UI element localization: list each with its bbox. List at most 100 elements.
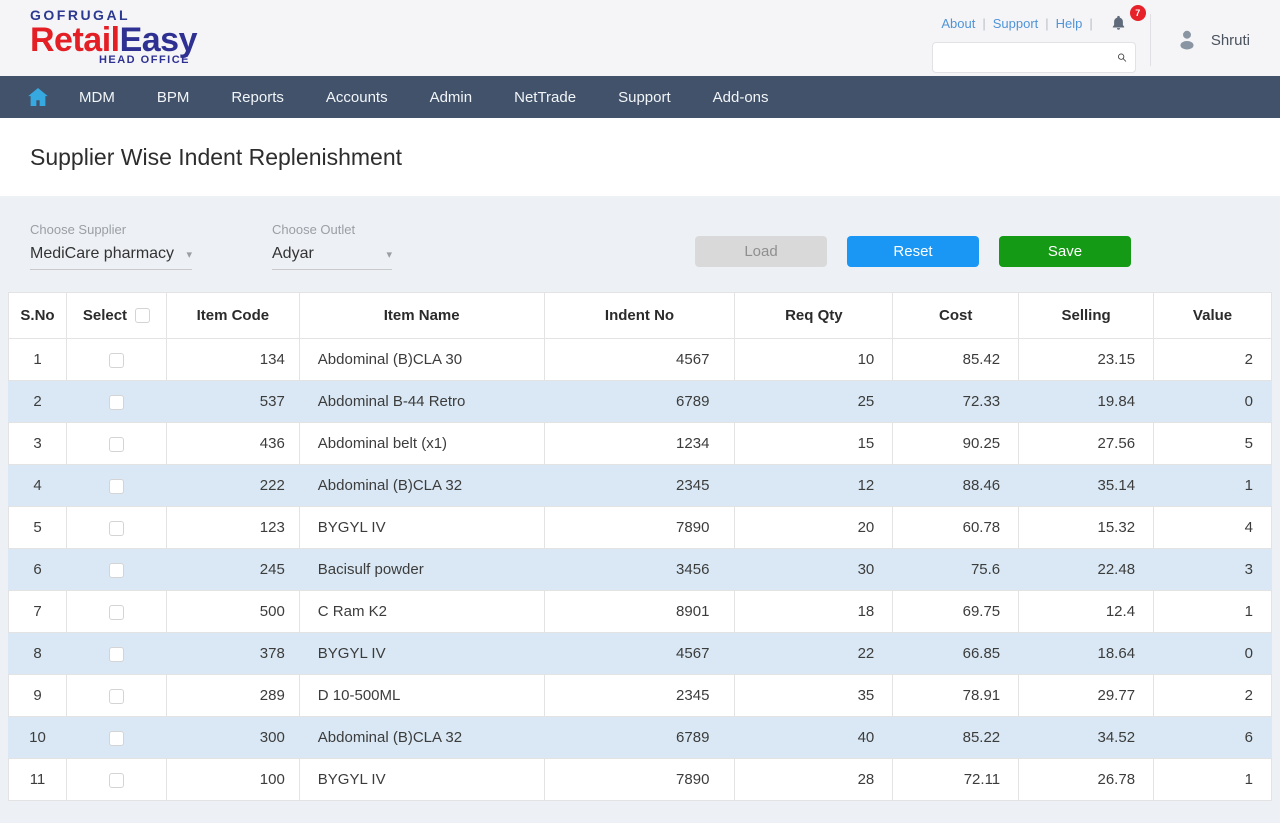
nav-item-support[interactable]: Support [597, 89, 692, 106]
link-divider: | [982, 16, 985, 31]
cell-selling: 34.52 [1019, 717, 1154, 759]
nav-item-reports[interactable]: Reports [210, 89, 305, 106]
nav-item-mdm[interactable]: MDM [58, 89, 136, 106]
row-select-checkbox[interactable] [109, 563, 124, 578]
title-section: Supplier Wise Indent Replenishment [0, 118, 1280, 196]
row-select-checkbox[interactable] [109, 689, 124, 704]
cell-selling: 15.32 [1019, 507, 1154, 549]
table-row: 10 300 Abdominal (B)CLA 32 6789 40 85.22… [9, 717, 1272, 759]
cell-indent-no: 2345 [544, 465, 735, 507]
cell-select [66, 465, 166, 507]
table-row: 4 222 Abdominal (B)CLA 32 2345 12 88.46 … [9, 465, 1272, 507]
cell-cost: 78.91 [893, 675, 1019, 717]
cell-sno: 6 [9, 549, 67, 591]
nav-item-nettrade[interactable]: NetTrade [493, 89, 597, 106]
link-divider: | [1045, 16, 1048, 31]
cell-select [66, 381, 166, 423]
row-select-checkbox[interactable] [109, 773, 124, 788]
nav-item-admin[interactable]: Admin [409, 89, 494, 106]
nav-item-addons[interactable]: Add-ons [692, 89, 790, 106]
cell-req-qty: 25 [735, 381, 893, 423]
cell-selling: 12.4 [1019, 591, 1154, 633]
cell-item-name: Bacisulf powder [299, 549, 544, 591]
cell-item-name: BYGYL IV [299, 633, 544, 675]
cell-selling: 35.14 [1019, 465, 1154, 507]
outlet-value: Adyar [272, 245, 314, 263]
outlet-select[interactable]: Adyar ▾ [272, 245, 392, 270]
row-select-checkbox[interactable] [109, 353, 124, 368]
cell-item-code: 245 [166, 549, 299, 591]
about-link[interactable]: About [941, 16, 975, 31]
col-header-selling: Selling [1019, 293, 1154, 339]
reset-button[interactable]: Reset [847, 236, 979, 267]
cell-cost: 90.25 [893, 423, 1019, 465]
cell-indent-no: 7890 [544, 759, 735, 801]
app-header: GOFRUGAL RetailEasy HEAD OFFICE About| S… [0, 0, 1280, 76]
filter-bar: Choose Supplier MediCare pharmacy ▾ Choo… [0, 196, 1280, 292]
cell-sno: 8 [9, 633, 67, 675]
table-row: 1 134 Abdominal (B)CLA 30 4567 10 85.42 … [9, 339, 1272, 381]
cell-select [66, 675, 166, 717]
cell-sno: 2 [9, 381, 67, 423]
supplier-field: Choose Supplier MediCare pharmacy ▾ [30, 222, 192, 270]
cell-cost: 85.22 [893, 717, 1019, 759]
table-row: 9 289 D 10-500ML 2345 35 78.91 29.77 2 [9, 675, 1272, 717]
support-link[interactable]: Support [993, 16, 1039, 31]
cell-item-name: Abdominal B-44 Retro [299, 381, 544, 423]
nav-item-bpm[interactable]: BPM [136, 89, 211, 106]
cell-cost: 66.85 [893, 633, 1019, 675]
col-header-req-qty: Req Qty [735, 293, 893, 339]
cell-value: 2 [1154, 675, 1272, 717]
nav-item-accounts[interactable]: Accounts [305, 89, 409, 106]
row-select-checkbox[interactable] [109, 647, 124, 662]
cell-indent-no: 7890 [544, 507, 735, 549]
user-menu[interactable]: Shruti [1150, 14, 1280, 66]
cell-value: 1 [1154, 591, 1272, 633]
cell-req-qty: 22 [735, 633, 893, 675]
cell-sno: 4 [9, 465, 67, 507]
action-buttons: Load Reset Save [695, 222, 1131, 267]
cell-req-qty: 40 [735, 717, 893, 759]
cell-req-qty: 18 [735, 591, 893, 633]
search-icon[interactable] [1117, 49, 1127, 66]
table-body: 1 134 Abdominal (B)CLA 30 4567 10 85.42 … [9, 339, 1272, 801]
supplier-value: MediCare pharmacy [30, 245, 174, 263]
row-select-checkbox[interactable] [109, 731, 124, 746]
cell-indent-no: 8901 [544, 591, 735, 633]
table-row: 6 245 Bacisulf powder 3456 30 75.6 22.48… [9, 549, 1272, 591]
cell-selling: 23.15 [1019, 339, 1154, 381]
select-all-checkbox[interactable] [135, 308, 150, 323]
row-select-checkbox[interactable] [109, 395, 124, 410]
cell-item-name: Abdominal (B)CLA 32 [299, 717, 544, 759]
cell-item-name: Abdominal belt (x1) [299, 423, 544, 465]
cell-sno: 11 [9, 759, 67, 801]
cell-req-qty: 28 [735, 759, 893, 801]
cell-item-code: 436 [166, 423, 299, 465]
cell-cost: 69.75 [893, 591, 1019, 633]
notification-badge: 7 [1130, 5, 1146, 21]
cell-select [66, 339, 166, 381]
cell-cost: 60.78 [893, 507, 1019, 549]
cell-cost: 88.46 [893, 465, 1019, 507]
search-input[interactable] [941, 50, 1117, 65]
supplier-select[interactable]: MediCare pharmacy ▾ [30, 245, 192, 270]
table-row: 7 500 C Ram K2 8901 18 69.75 12.4 1 [9, 591, 1272, 633]
notifications-button[interactable]: 7 [1110, 12, 1136, 34]
cell-selling: 29.77 [1019, 675, 1154, 717]
row-select-checkbox[interactable] [109, 605, 124, 620]
cell-item-code: 123 [166, 507, 299, 549]
row-select-checkbox[interactable] [109, 479, 124, 494]
cell-value: 0 [1154, 633, 1272, 675]
col-header-item-name: Item Name [299, 293, 544, 339]
cell-selling: 27.56 [1019, 423, 1154, 465]
home-button[interactable] [18, 88, 58, 106]
cell-item-code: 378 [166, 633, 299, 675]
table-row: 11 100 BYGYL IV 7890 28 72.11 26.78 1 [9, 759, 1272, 801]
row-select-checkbox[interactable] [109, 521, 124, 536]
cell-sno: 7 [9, 591, 67, 633]
row-select-checkbox[interactable] [109, 437, 124, 452]
save-button[interactable]: Save [999, 236, 1131, 267]
help-link[interactable]: Help [1056, 16, 1083, 31]
load-button[interactable]: Load [695, 236, 827, 267]
cell-item-code: 300 [166, 717, 299, 759]
